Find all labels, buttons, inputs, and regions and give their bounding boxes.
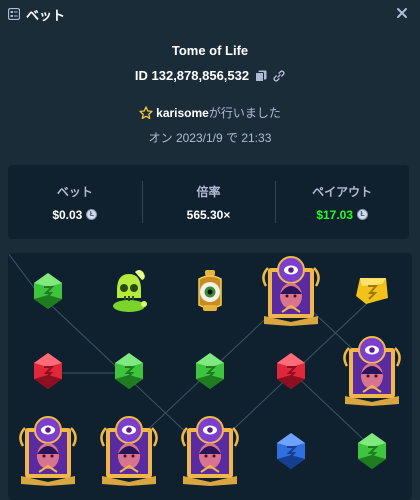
stat-multiplier: 倍率 565.30× <box>141 165 276 239</box>
book-of-life-symbol <box>170 413 250 493</box>
link-icon[interactable] <box>273 70 285 82</box>
blue-gem-symbol <box>251 413 331 493</box>
poison-skull-symbol <box>89 253 169 333</box>
star-icon <box>139 105 153 120</box>
book-of-life-icon <box>177 415 243 491</box>
book-of-life-symbol <box>332 333 412 413</box>
book-of-life-icon <box>339 335 405 411</box>
yellow-gem-symbol <box>332 253 412 333</box>
red-gem-symbol <box>251 333 331 413</box>
multiplier-value: 565.30× <box>186 207 231 222</box>
stat-bet: ベット $0.03 Ł <box>8 165 142 239</box>
placed-by-suffix: が行いました <box>208 106 281 120</box>
bet-date: オン 2023/1/9 で 21:33 <box>148 131 272 145</box>
eye-lantern-symbol <box>170 253 250 333</box>
book-of-life-icon <box>15 415 81 491</box>
green-gem-symbol <box>170 333 250 413</box>
green-gem-symbol <box>8 253 88 333</box>
stat-label: ペイアウト <box>312 184 373 199</box>
modal-header: ベット <box>0 0 420 28</box>
bet-id-row: ID 132,878,856,532 <box>0 68 420 83</box>
close-icon[interactable] <box>394 5 410 21</box>
stat-label: 倍率 <box>196 184 221 199</box>
stat-value: 565.30× <box>187 208 231 222</box>
red-gem-symbol <box>8 333 88 413</box>
bet-amount: $0.03 <box>52 207 83 222</box>
red-gem-icon <box>274 351 308 396</box>
yellow-gem-icon <box>352 274 392 313</box>
litecoin-icon: Ł <box>357 209 369 220</box>
book-of-life-symbol <box>8 413 88 493</box>
copy-icon[interactable] <box>255 70 267 82</box>
stat-label: ベット <box>56 184 93 199</box>
stat-value: $17.03 Ł <box>316 207 369 222</box>
bet-stats-panel: ベット $0.03 Ł 倍率 565.30× ペイアウト $17.03 Ł <box>8 165 409 239</box>
book-of-life-icon <box>96 415 162 491</box>
stat-payout: ペイアウト $17.03 Ł <box>275 165 409 239</box>
modal-title: ベット <box>26 7 66 23</box>
placed-by-row: karisome が行いました <box>0 104 420 121</box>
eye-lantern-icon <box>193 269 227 318</box>
green-gem-symbol <box>332 413 412 493</box>
green-gem-icon <box>31 271 65 316</box>
green-gem-icon <box>193 351 227 396</box>
bet-id: ID 132,878,856,532 <box>134 68 250 83</box>
litecoin-icon: Ł <box>86 209 98 220</box>
stat-value: $0.03 Ł <box>52 207 98 222</box>
blue-gem-icon <box>274 431 308 476</box>
game-title[interactable]: Tome of Life <box>0 43 420 58</box>
poison-skull-icon <box>109 268 149 319</box>
book-of-life-icon <box>258 255 324 331</box>
username-link[interactable]: karisome <box>156 106 209 120</box>
bet-list-icon <box>8 8 20 20</box>
book-of-life-symbol <box>89 413 169 493</box>
book-of-life-symbol <box>251 253 331 333</box>
slot-board <box>8 253 412 500</box>
red-gem-icon <box>31 351 65 396</box>
green-gem-icon <box>112 351 146 396</box>
green-gem-symbol <box>89 333 169 413</box>
payout-amount: $17.03 <box>316 207 354 222</box>
green-gem-icon <box>355 431 389 476</box>
